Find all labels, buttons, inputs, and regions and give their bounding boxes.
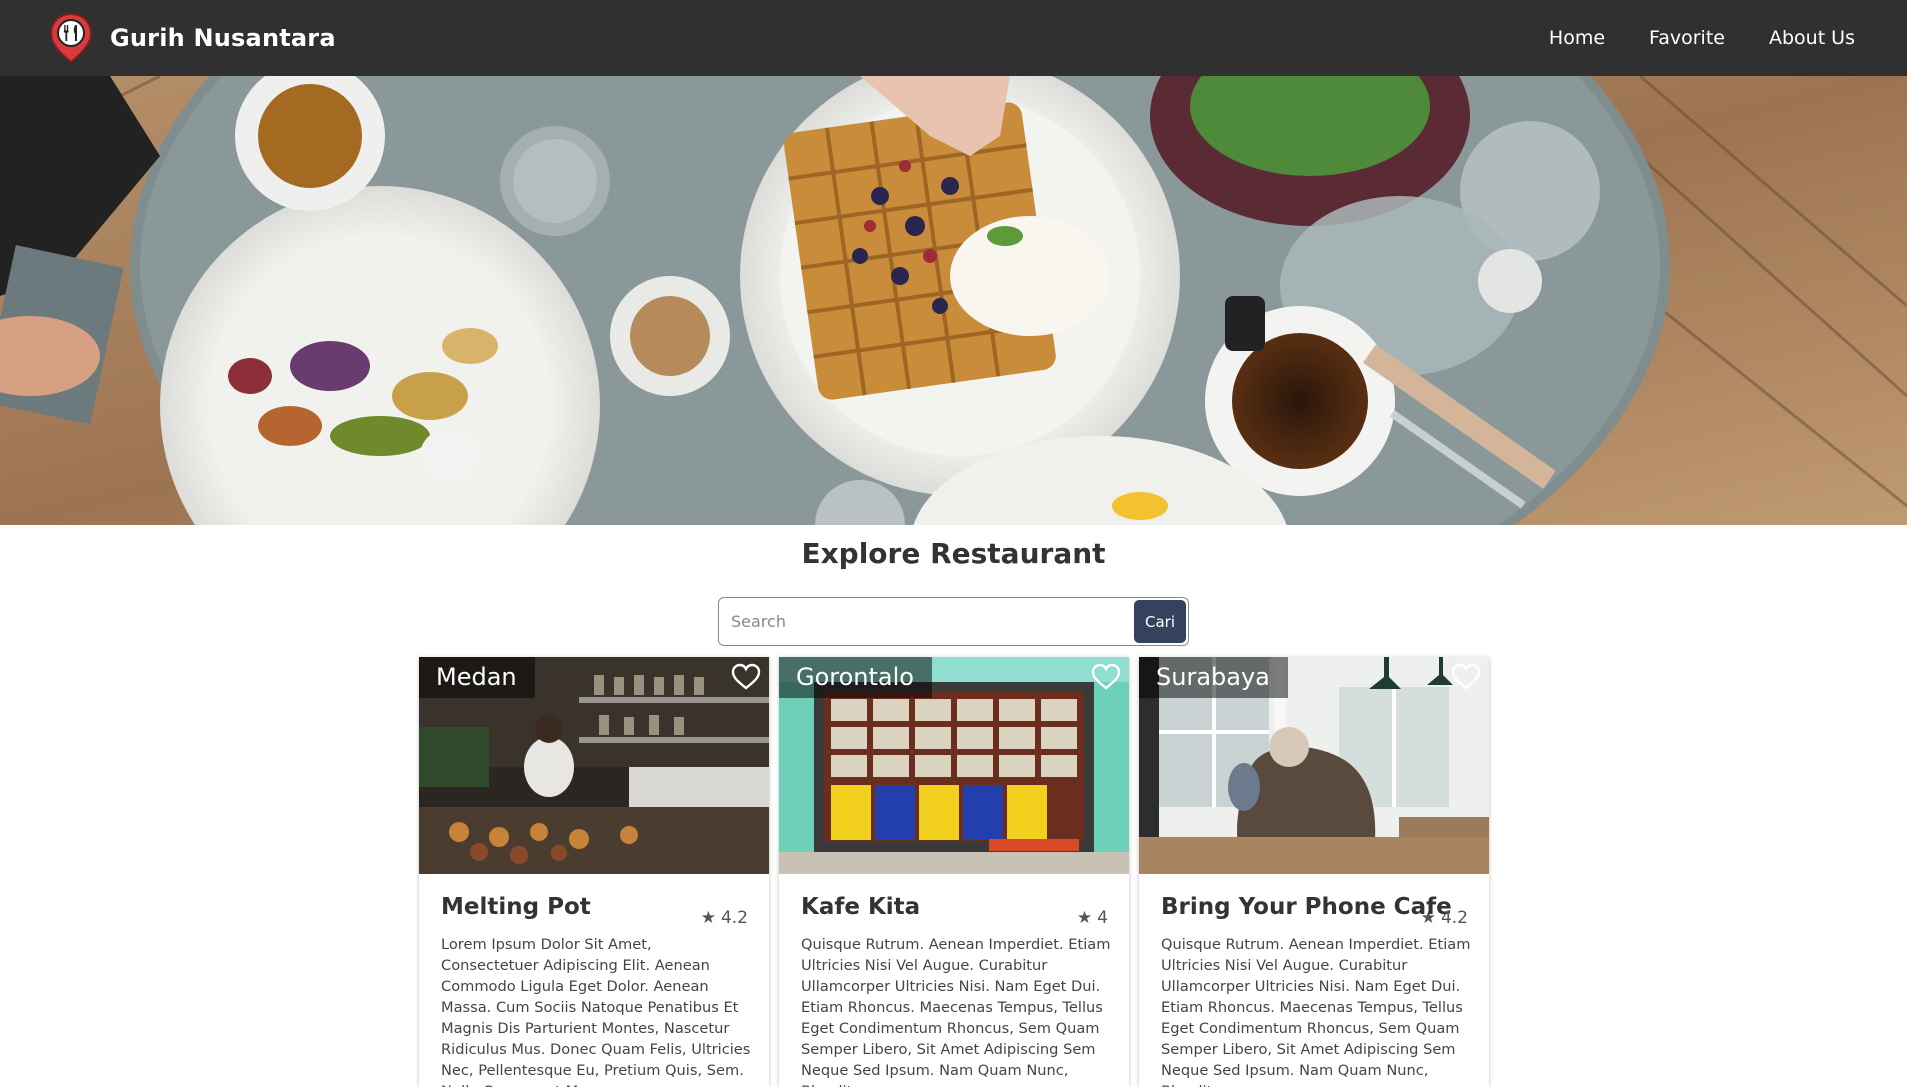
hero-image xyxy=(0,76,1907,525)
search-input[interactable] xyxy=(719,598,1132,645)
rating-value: 4.2 xyxy=(720,908,748,928)
restaurant-description: Lorem Ipsum Dolor Sit Amet, Consectetuer… xyxy=(441,936,751,1087)
restaurant-image: Medan xyxy=(419,657,769,874)
restaurant-description: Quisque Rutrum. Aenean Imperdiet. Etiam … xyxy=(1161,936,1471,1087)
nav-about-link[interactable]: About Us xyxy=(1747,17,1877,59)
restaurant-pin-logo-icon xyxy=(49,12,93,64)
favorite-heart-icon[interactable] xyxy=(1091,663,1121,691)
restaurant-list: Medan ★ 4.2 Melting Pot Lorem Ipsum Dolo… xyxy=(419,657,1489,1087)
restaurant-image: Surabaya xyxy=(1139,657,1489,874)
restaurant-description: Quisque Rutrum. Aenean Imperdiet. Etiam … xyxy=(801,936,1111,1087)
navbar: Gurih Nusantara Home Favorite About Us xyxy=(0,0,1907,76)
restaurant-image: Gorontalo xyxy=(779,657,1129,874)
card-body: ★ 4.2 Melting Pot Lorem Ipsum Dolor Sit … xyxy=(419,894,769,1087)
rating-value: 4 xyxy=(1097,908,1108,928)
restaurant-card[interactable]: Gorontalo ★ 4 Kafe Kita Quisque Rutrum. … xyxy=(779,657,1129,1087)
rating: ★ 4.2 xyxy=(1421,908,1468,928)
main-nav: Home Favorite About Us xyxy=(1527,17,1877,59)
brand-name: Gurih Nusantara xyxy=(110,24,336,52)
search-button[interactable]: Cari xyxy=(1134,600,1186,643)
restaurant-name[interactable]: Kafe Kita xyxy=(801,894,1107,920)
page-title: Explore Restaurant xyxy=(801,537,1106,570)
favorite-heart-icon[interactable] xyxy=(731,663,761,691)
rating: ★ 4.2 xyxy=(701,908,748,928)
nav-home-link[interactable]: Home xyxy=(1527,17,1627,59)
star-icon: ★ xyxy=(1420,908,1436,928)
rating: ★ 4 xyxy=(1077,908,1108,928)
card-body: ★ 4 Kafe Kita Quisque Rutrum. Aenean Imp… xyxy=(779,894,1129,1087)
restaurant-city: Gorontalo xyxy=(779,657,932,698)
rating-value: 4.2 xyxy=(1440,908,1468,928)
search-bar: Cari xyxy=(718,597,1189,646)
restaurant-card[interactable]: Surabaya ★ 4.2 Bring Your Phone Cafe Qui… xyxy=(1139,657,1489,1087)
restaurant-city: Surabaya xyxy=(1139,657,1288,698)
restaurant-city: Medan xyxy=(419,657,535,698)
favorite-heart-icon[interactable] xyxy=(1451,663,1481,691)
star-icon: ★ xyxy=(1076,908,1093,928)
star-icon: ★ xyxy=(700,908,716,928)
restaurant-card[interactable]: Medan ★ 4.2 Melting Pot Lorem Ipsum Dolo… xyxy=(419,657,769,1087)
nav-favorite-link[interactable]: Favorite xyxy=(1627,17,1747,59)
card-body: ★ 4.2 Bring Your Phone Cafe Quisque Rutr… xyxy=(1139,894,1489,1087)
brand[interactable]: Gurih Nusantara xyxy=(48,12,336,64)
